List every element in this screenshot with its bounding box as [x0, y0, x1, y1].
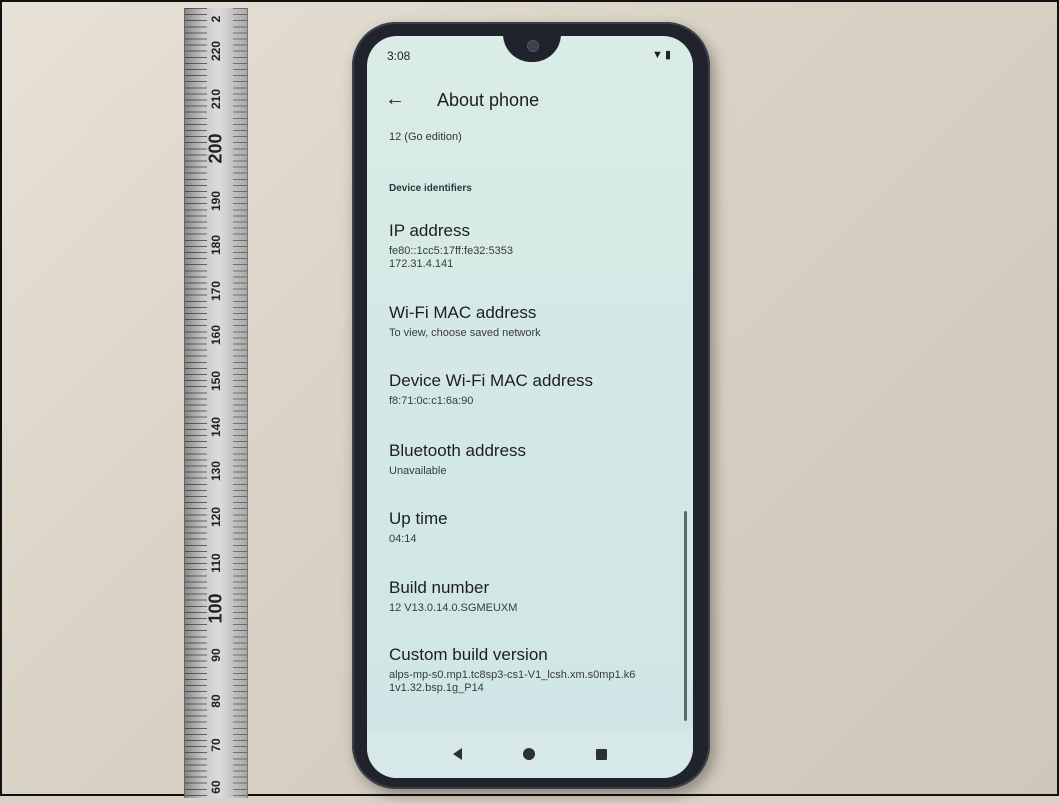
item-title: Bluetooth address: [389, 441, 527, 460]
ruler-ticks-right: [185, 8, 247, 798]
navigation-bar: [367, 730, 693, 778]
nav-recents-icon[interactable]: [587, 742, 615, 766]
ruler-label: 200: [205, 133, 226, 164]
status-time: 3:08: [387, 49, 411, 63]
ruler-label: 110: [209, 553, 223, 573]
android-version-value: 12 (Go edition): [389, 131, 462, 143]
ruler-label: 60: [209, 780, 223, 794]
page-title: About phone: [437, 90, 540, 110]
ruler-label: 70: [209, 738, 223, 752]
ruler-label: 190: [209, 190, 223, 212]
ruler-label: 2: [209, 15, 223, 23]
item-title: Device Wi-Fi MAC address: [389, 371, 594, 390]
item-title: Build number: [389, 578, 490, 597]
nav-home-icon[interactable]: [515, 742, 543, 766]
battery-icon: ▮: [664, 49, 673, 61]
item-summary: alps-mp-s0.mp1.tc8sp3-cs1-V1_lcsh.xm.s0m…: [389, 669, 636, 694]
ruler-label: 210: [209, 88, 223, 110]
ruler-label: 80: [209, 694, 223, 708]
scrollbar[interactable]: [684, 511, 687, 721]
ruler-label: 120: [209, 506, 223, 528]
list-item-custom-build-version[interactable]: Custom build version alps-mp-s0.mp1.tc8s…: [389, 645, 683, 695]
list-item-wifi-mac[interactable]: Wi-Fi MAC address To view, choose saved …: [389, 303, 683, 340]
ruler-label: 220: [209, 40, 223, 62]
ruler-label: 140: [209, 416, 223, 438]
ruler-label: 130: [209, 460, 223, 482]
ruler-label: 180: [209, 234, 223, 256]
list-item-up-time[interactable]: Up time 04:14: [389, 509, 683, 546]
list-item-device-wifi-mac[interactable]: Device Wi-Fi MAC address f8:71:0c:c1:6a:…: [389, 371, 683, 408]
ruler-label: 100: [205, 593, 226, 624]
item-title: IP address: [389, 221, 470, 240]
list-item-ip-address[interactable]: IP address fe80::1cc5:17ff:fe32:5353 172…: [389, 221, 683, 271]
ruler-label: 160: [209, 324, 223, 346]
item-summary: 12 V13.0.14.0.SGMEUXM: [389, 602, 518, 614]
phone-screen: 3:08 ▼▮ ← About phone 12 (Go edition) De…: [367, 36, 693, 778]
item-title: Wi-Fi MAC address: [389, 303, 537, 322]
phone-body: 3:08 ▼▮ ← About phone 12 (Go edition) De…: [352, 22, 710, 789]
wifi-icon: ▼: [652, 49, 665, 61]
nav-back-icon[interactable]: [443, 742, 471, 766]
item-title: Up time: [389, 509, 448, 528]
arrow-left-icon[interactable]: ←: [385, 88, 405, 111]
section-header: Device identifiers: [389, 183, 472, 194]
ruler-label: 90: [209, 648, 223, 662]
list-item-bluetooth-address[interactable]: Bluetooth address Unavailable: [389, 441, 683, 478]
ruler-label: 150: [209, 370, 223, 392]
status-icons: ▼▮: [652, 48, 673, 61]
item-summary: Unavailable: [389, 465, 447, 477]
status-bar: 3:08 ▼▮: [387, 46, 673, 66]
item-summary: f8:71:0c:c1:6a:90: [389, 395, 474, 407]
item-summary: fe80::1cc5:17ff:fe32:5353 172.31.4.141: [389, 245, 513, 270]
item-title: Custom build version: [389, 645, 548, 664]
app-bar: ← About phone: [367, 80, 693, 120]
ruler-label: 170: [209, 280, 223, 302]
item-summary: To view, choose saved network: [389, 327, 541, 339]
item-summary: 04:14: [389, 533, 417, 545]
list-item-build-number[interactable]: Build number 12 V13.0.14.0.SGMEUXM: [389, 578, 683, 615]
ruler: 2 220 210 200 190 180 170 160 150 140 13…: [184, 8, 248, 798]
